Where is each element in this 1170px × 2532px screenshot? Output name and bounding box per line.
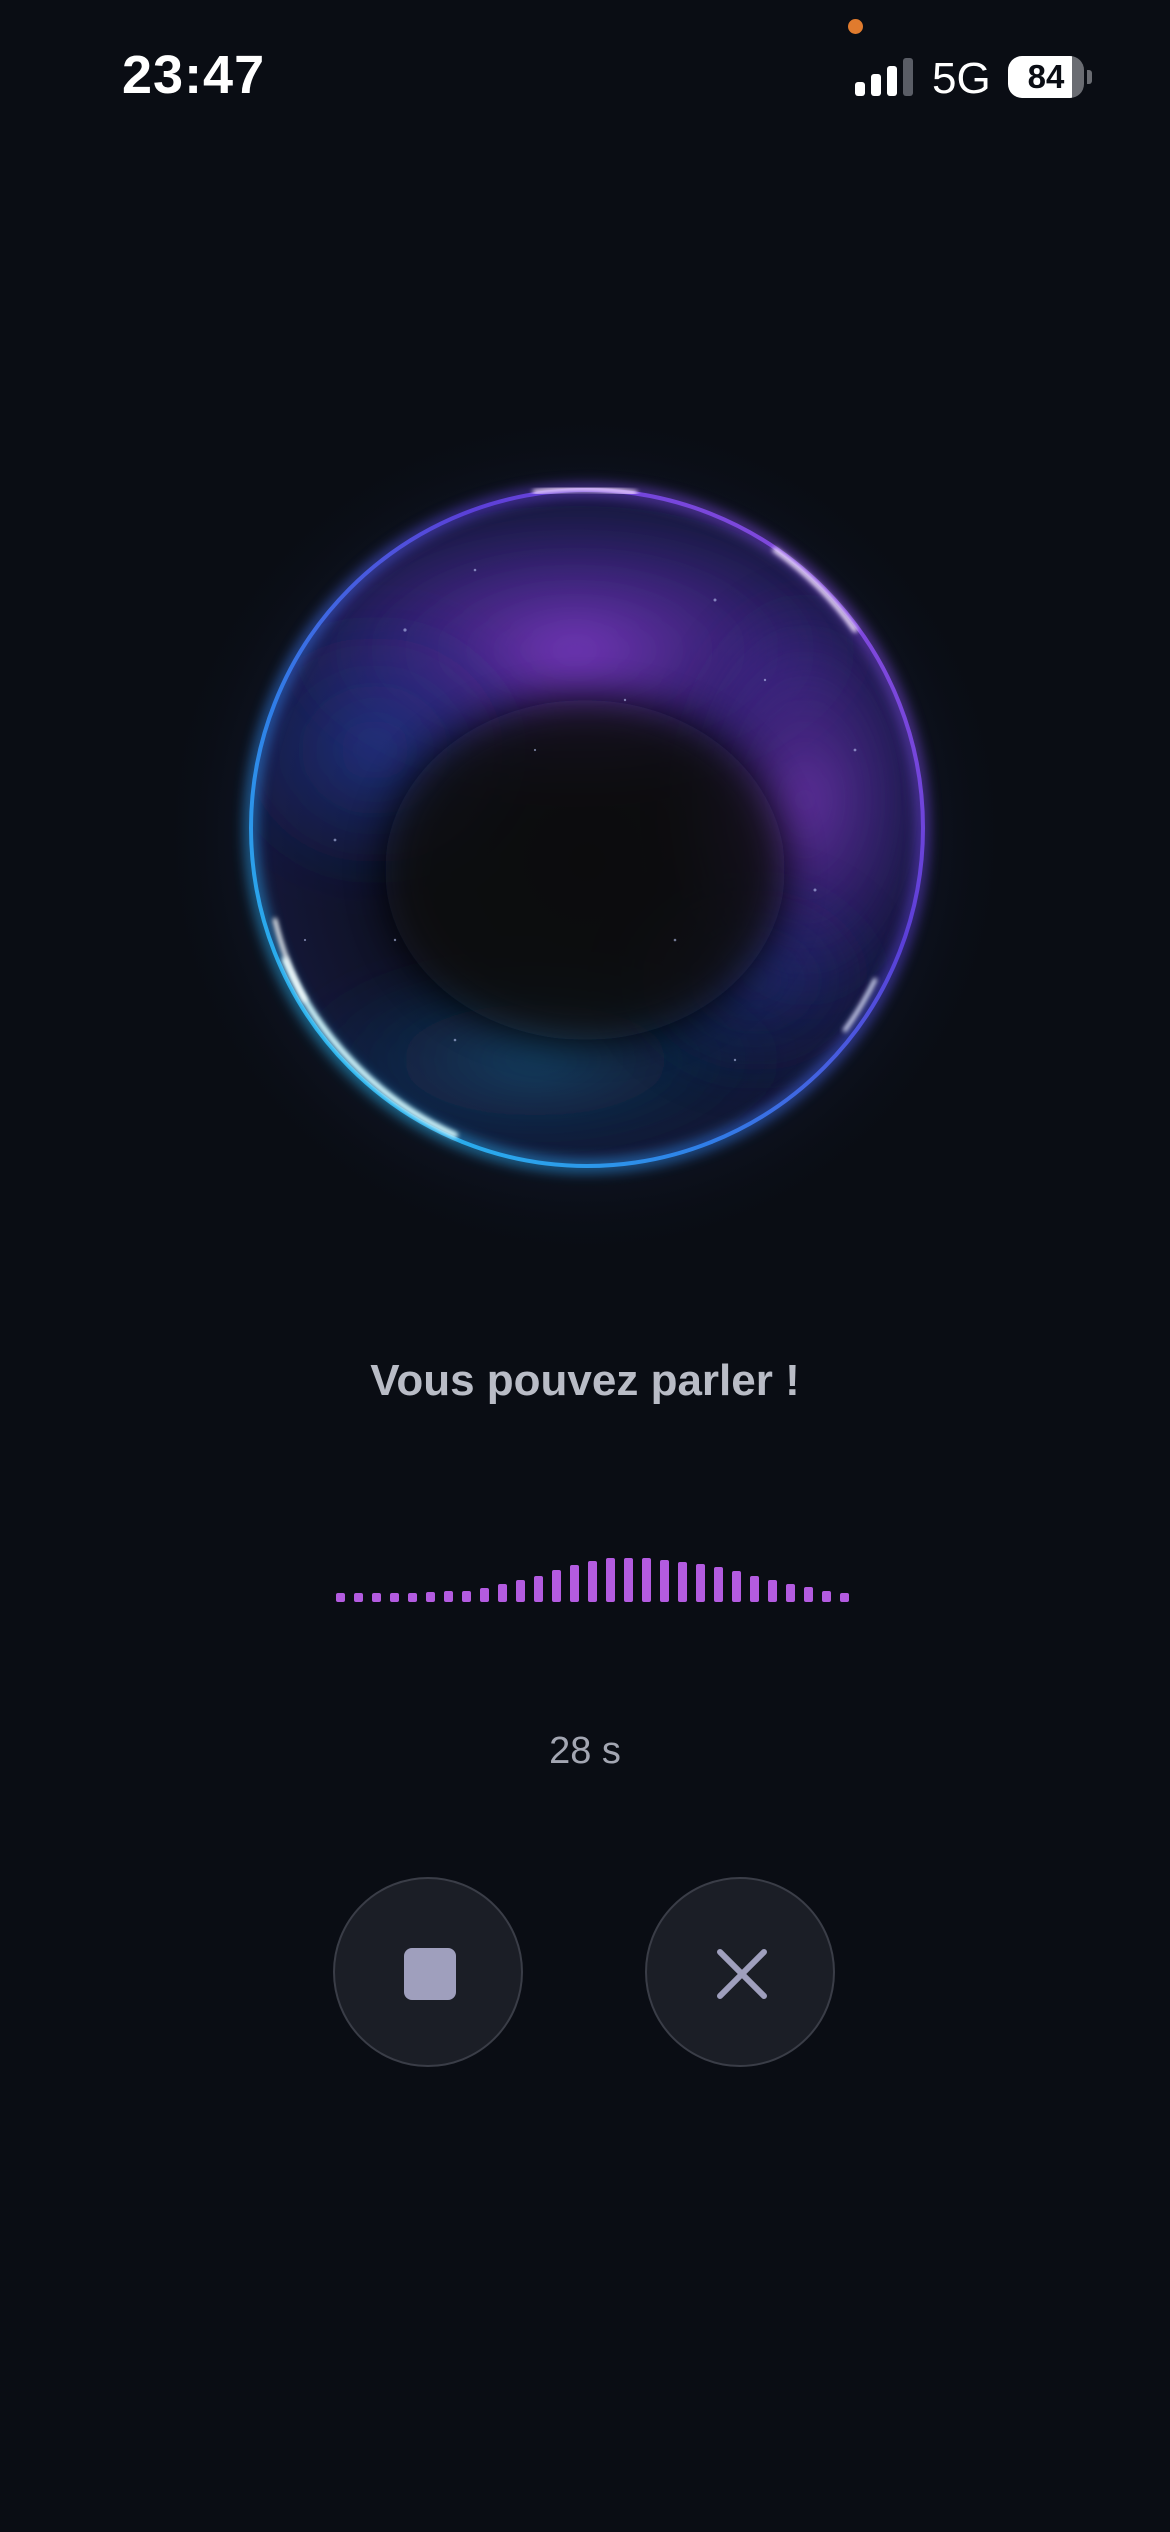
waveform-bar <box>840 1593 849 1602</box>
waveform-bar <box>732 1571 741 1602</box>
waveform-bar <box>390 1593 399 1602</box>
waveform-bar <box>714 1567 723 1602</box>
waveform-bar <box>498 1584 507 1602</box>
waveform-bar <box>444 1591 453 1602</box>
waveform-bar <box>822 1591 831 1602</box>
waveform-bar <box>678 1562 687 1602</box>
battery-icon: 84 <box>1008 56 1084 98</box>
waveform-bar <box>642 1558 651 1602</box>
cellular-signal-icon <box>855 58 915 96</box>
waveform-bar <box>804 1587 813 1602</box>
waveform-bar <box>606 1558 615 1602</box>
stop-recording-button[interactable] <box>333 1877 523 2067</box>
waveform-bar <box>624 1558 633 1602</box>
status-bar: 23:47 5G 84 <box>0 0 1170 150</box>
voice-recording-screen: 23:47 5G 84 Vous pouvez parler ! 28 s <box>0 0 1170 2532</box>
waveform-bar <box>426 1592 435 1602</box>
voice-orb-graphic <box>155 420 1015 1265</box>
waveform-bar <box>516 1580 525 1602</box>
waveform-bar <box>354 1593 363 1602</box>
stop-icon <box>404 1948 456 2000</box>
waveform-bar <box>552 1570 561 1602</box>
waveform-bar <box>696 1564 705 1602</box>
waveform-bar <box>372 1593 381 1602</box>
waveform-bar <box>462 1591 471 1602</box>
waveform-bar <box>480 1588 489 1602</box>
voice-orb <box>155 420 1015 1280</box>
waveform-bar <box>336 1593 345 1602</box>
waveform-bar <box>768 1580 777 1602</box>
network-type: 5G <box>932 54 991 103</box>
waveform-bar <box>570 1565 579 1602</box>
close-icon <box>717 1949 767 1999</box>
battery-level: 84 <box>1027 58 1065 95</box>
waveform-bar <box>408 1593 417 1602</box>
audio-waveform <box>336 1550 849 1602</box>
cancel-recording-button[interactable] <box>645 1877 835 2067</box>
waveform-bar <box>534 1576 543 1602</box>
waveform-bar <box>750 1576 759 1602</box>
waveform-bar <box>660 1560 669 1602</box>
privacy-indicator-dot <box>848 19 863 34</box>
waveform-bar <box>588 1561 597 1602</box>
waveform-bar <box>786 1584 795 1602</box>
recording-timer: 28 s <box>549 1730 621 1772</box>
status-time: 23:47 <box>122 45 266 105</box>
speak-prompt: Vous pouvez parler ! <box>370 1356 800 1405</box>
battery-cap <box>1087 70 1092 84</box>
